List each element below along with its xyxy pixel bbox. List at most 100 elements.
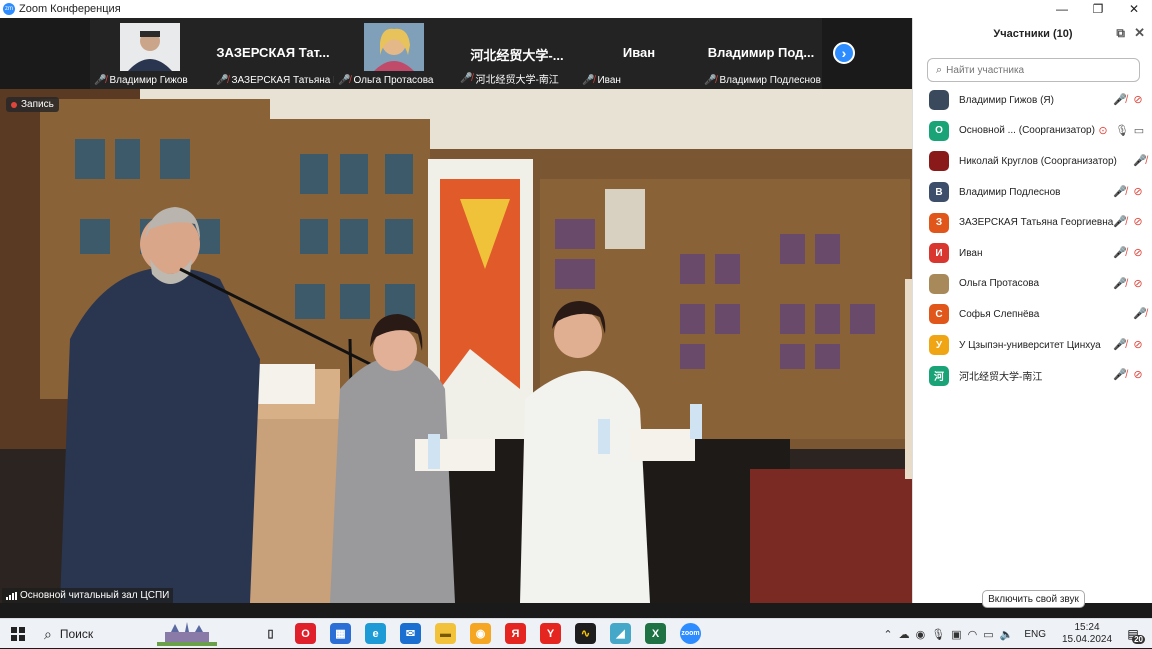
participant-status: 🎤̸ xyxy=(1133,154,1147,167)
search-input[interactable] xyxy=(946,64,1127,76)
battery-icon[interactable]: ▭ xyxy=(983,628,993,641)
participant-row[interactable]: 河河北经贸大学-南江 🎤̸ ⊘ xyxy=(913,360,1152,391)
notes-icon[interactable]: ◢ xyxy=(610,623,631,644)
yandex-browser-icon[interactable]: Y xyxy=(540,623,561,644)
participant-row[interactable]: В Владимир Подлеснов 🎤̸ ⊘ xyxy=(913,177,1152,208)
participant-status: 🎤̸ ⊘ xyxy=(1113,338,1145,351)
avatar: О xyxy=(929,120,949,141)
task-view-icon[interactable]: ▯ xyxy=(260,623,281,644)
chevron-right-icon[interactable]: › xyxy=(833,42,855,64)
participant-row[interactable]: З ЗАЗЕРСКАЯ Татьяна Георгиевна 🎤̸ ⊘ xyxy=(913,207,1152,238)
tile-name: ЗАЗЕРСКАЯ Тат... xyxy=(216,45,330,60)
participant-row[interactable]: И Иван 🎤̸ ⊘ xyxy=(913,238,1152,269)
avatar xyxy=(929,151,949,172)
edge-icon[interactable]: e xyxy=(365,623,386,644)
participant-search[interactable]: ⌕ xyxy=(927,58,1140,82)
chrome-like-icon[interactable]: ◉ xyxy=(470,623,491,644)
explorer-icon[interactable]: ▬ xyxy=(435,623,456,644)
windows-start-icon[interactable] xyxy=(11,627,25,641)
participant-name: Владимир Гижов (Я) xyxy=(959,94,1054,106)
participant-status: ⊙ 🎙 ▭ xyxy=(1097,124,1145,137)
participant-name: ЗАЗЕРСКАЯ Татьяна Георгиевна xyxy=(959,217,1114,229)
volume-icon[interactable]: 🔈 xyxy=(1000,628,1014,641)
clock-date: 15.04.2024 xyxy=(1061,634,1113,645)
recording-label: Запись xyxy=(21,99,54,110)
system-tray: ⌃ ☁ ◉ 🎙 ▣ ◠ ▭ 🔈 ENG 15:24 15.04.2024 ▤ 20 xyxy=(880,619,1152,649)
mic-muted-icon: 🎤̸ xyxy=(216,75,229,86)
store-icon[interactable]: ▦ xyxy=(330,623,351,644)
participant-status: 🎤̸ ⊘ xyxy=(1113,185,1145,198)
participant-row[interactable]: У У Цзыпэн-университет Цинхуа 🎤̸ ⊘ xyxy=(913,330,1152,361)
wifi-icon[interactable]: ◠ xyxy=(968,628,978,641)
search-icon: ⌕ xyxy=(936,63,943,76)
mic-muted-icon: 🎤̸ xyxy=(1113,369,1127,382)
microphone-icon[interactable]: 🎙 xyxy=(931,628,945,641)
participant-row[interactable]: С Софья Слепнёва 🎤̸ xyxy=(913,299,1152,330)
castle-illustration-icon xyxy=(157,622,218,646)
camera-off-icon: ⊘ xyxy=(1133,246,1143,259)
mic-muted-icon: 🎤̸ xyxy=(1113,216,1127,229)
search-icon: ⌕ xyxy=(44,625,52,642)
mic-muted-icon: 🎤̸ xyxy=(1113,277,1127,290)
participant-status: 🎤̸ ⊘ xyxy=(1113,277,1145,290)
avatar: И xyxy=(929,243,949,264)
signal-icon xyxy=(6,591,17,600)
tile-name: Иван xyxy=(622,45,656,60)
panel-header: Участники (10) ⧉ ✕ xyxy=(913,18,1152,50)
video-tile[interactable]: 河北经贸大学-... 🎤̸ 河北经贸大学-南江 xyxy=(456,18,578,89)
mic-muted-icon: 🎤̸ xyxy=(460,73,473,84)
opera-icon[interactable]: O xyxy=(295,623,316,644)
panel-title: Участники (10) xyxy=(993,28,1073,40)
participant-row[interactable]: Ольга Протасова 🎤̸ ⊘ xyxy=(913,269,1152,300)
camera-off-icon: ⊘ xyxy=(1133,216,1143,229)
avatar: С xyxy=(929,304,949,325)
participant-name: Ольга Протасова xyxy=(959,278,1040,290)
yandex-icon[interactable]: Я xyxy=(505,623,526,644)
participant-status: 🎤̸ ⊘ xyxy=(1113,215,1145,228)
participant-status: 🎤̸ ⊘ xyxy=(1113,246,1145,259)
participant-name: Иван xyxy=(959,247,983,259)
close-icon[interactable]: ✕ xyxy=(1116,0,1152,18)
recording-badge: Запись xyxy=(6,97,59,112)
excel-icon[interactable]: X xyxy=(645,623,666,644)
meeting-stage: 🎤̸ Владимир Гижов ЗАЗЕРСКАЯ Тат... 🎤̸ ЗАЗЕ… xyxy=(0,18,912,603)
video-tile[interactable]: ЗАЗЕРСКАЯ Тат... 🎤̸ ЗАЗЕРСКАЯ Татьяна Г..… xyxy=(212,18,346,89)
avatar: В xyxy=(929,182,949,203)
cloud-icon[interactable]: ☁ xyxy=(899,628,910,641)
chevron-up-icon[interactable]: ⌃ xyxy=(883,628,892,641)
participant-row[interactable]: Николай Круглов (Соорганизатор) 🎤̸ xyxy=(913,146,1152,177)
maximize-icon[interactable]: ❐ xyxy=(1080,0,1116,18)
unmute-button[interactable]: Включить свой звук xyxy=(982,590,1085,608)
main-video: Запись Основной читальный зал ЦСПИ xyxy=(0,89,912,603)
zoom-icon[interactable]: zoom xyxy=(680,623,701,644)
security-icon[interactable]: ◉ xyxy=(916,628,926,641)
tile-label: Ольга Протасова xyxy=(353,75,434,86)
camera-on-icon: ▭ xyxy=(1133,124,1145,137)
display-icon[interactable]: ▣ xyxy=(951,628,961,641)
video-tile[interactable]: Иван 🎤̸ Иван xyxy=(578,18,700,89)
participant-row[interactable]: Владимир Гижов (Я) 🎤̸ ⊘ xyxy=(913,85,1152,116)
mail-icon[interactable]: ✉ xyxy=(400,623,421,644)
close-icon[interactable]: ✕ xyxy=(1134,25,1145,41)
participant-video-icon xyxy=(364,23,424,71)
clock[interactable]: 15:24 15.04.2024 xyxy=(1054,622,1120,646)
video-tile[interactable]: 🎤̸ Ольга Протасова xyxy=(334,18,456,89)
mic-on-icon: 🎙 xyxy=(1115,124,1129,137)
minimize-icon[interactable]: — xyxy=(1044,0,1080,18)
avatar: 河 xyxy=(929,365,949,386)
taskbar-search[interactable]: ⌕ Поиск xyxy=(38,621,253,647)
record-icon xyxy=(11,101,17,108)
mic-muted-icon: 🎤̸ xyxy=(94,75,107,86)
participant-status: 🎤̸ ⊘ xyxy=(1113,93,1145,106)
language-indicator[interactable]: ENG xyxy=(1024,629,1046,640)
window-titlebar: zm Zoom Конференция — ❐ ✕ xyxy=(0,0,1152,18)
mic-muted-icon: 🎤̸ xyxy=(1113,246,1127,259)
video-tile[interactable]: 🎤̸ Владимир Гижов xyxy=(90,18,212,89)
notification-icon[interactable]: ▤ 20 xyxy=(1120,624,1146,644)
yandex-music-icon[interactable]: ∿ xyxy=(575,623,596,644)
participant-name: Основной ... (Соорганизатор) xyxy=(959,125,1095,137)
participant-row[interactable]: О Основной ... (Соорганизатор) ⊙ 🎙 ▭ xyxy=(913,116,1152,147)
popout-icon[interactable]: ⧉ xyxy=(1116,26,1125,41)
video-tile[interactable]: Владимир Под... 🎤̸ Владимир Подлеснов xyxy=(700,18,822,89)
tile-label: Иван xyxy=(597,75,621,86)
